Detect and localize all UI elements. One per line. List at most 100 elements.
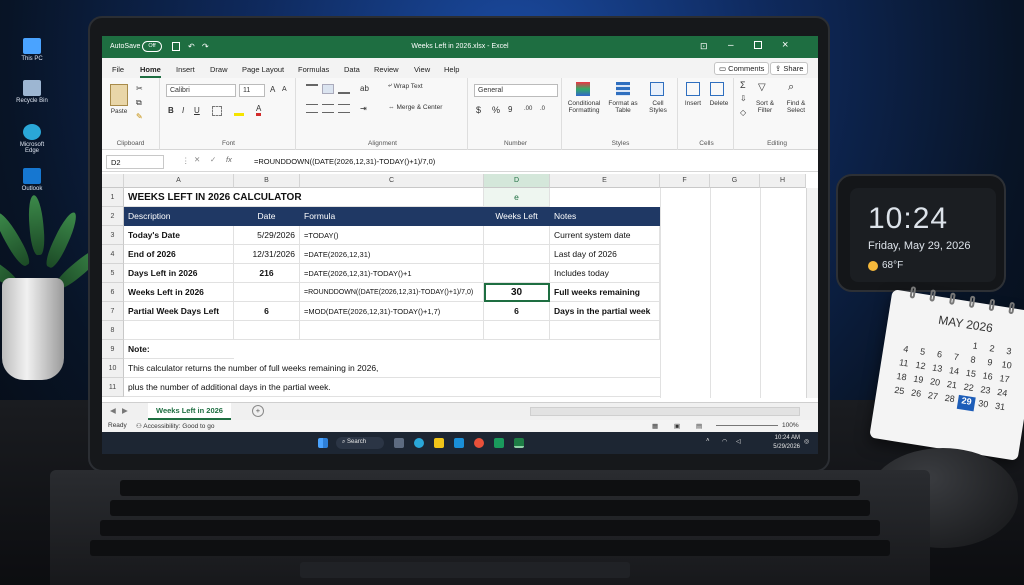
comma-icon[interactable]: 9 bbox=[508, 105, 512, 114]
sort-filter-icon[interactable]: ▽ bbox=[758, 82, 766, 93]
column-header[interactable]: E bbox=[550, 174, 660, 188]
column-header[interactable]: D bbox=[484, 174, 550, 188]
decrease-font-icon[interactable]: A bbox=[282, 86, 287, 93]
horizontal-scrollbar[interactable] bbox=[530, 407, 800, 416]
merge-center-button[interactable]: ⇔ Merge & Center bbox=[388, 104, 442, 111]
taskbar-date[interactable]: 5/29/2026 bbox=[760, 444, 800, 450]
cell-empty[interactable] bbox=[234, 321, 300, 340]
next-sheet-icon[interactable]: ▶ bbox=[122, 406, 128, 415]
taskbar-time[interactable]: 10:24 AM bbox=[760, 435, 800, 441]
orientation-icon[interactable]: ab bbox=[360, 84, 369, 93]
increase-decimal-icon[interactable]: .00 bbox=[524, 106, 532, 112]
tab-draw[interactable]: Draw bbox=[210, 65, 228, 74]
sheet-tab-active[interactable]: Weeks Left in 2026 bbox=[148, 403, 231, 420]
italic-icon[interactable]: I bbox=[182, 106, 184, 115]
formula-input[interactable]: =ROUNDDOWN((DATE(2026,12,31)-TODAY()+1)/… bbox=[250, 155, 810, 169]
align-center-icon[interactable] bbox=[322, 104, 334, 113]
note-line-2[interactable]: plus the number of additional days in th… bbox=[124, 378, 660, 397]
page-layout-view-icon[interactable]: ▣ bbox=[674, 422, 680, 430]
format-as-table-icon[interactable] bbox=[616, 82, 630, 96]
align-left-icon[interactable] bbox=[306, 104, 318, 113]
insert-function-icon[interactable]: fx bbox=[226, 155, 232, 164]
note-label[interactable]: Note: bbox=[124, 340, 234, 359]
column-header[interactable]: A bbox=[124, 174, 234, 188]
tab-home[interactable]: Home bbox=[140, 65, 161, 78]
row-header[interactable]: 1 bbox=[102, 188, 124, 207]
cell-empty[interactable] bbox=[300, 321, 484, 340]
cell-e6[interactable]: Full weeks remaining bbox=[550, 283, 660, 302]
task-view-icon[interactable] bbox=[394, 438, 404, 448]
decrease-decimal-icon[interactable]: .0 bbox=[540, 106, 545, 112]
indent-icon[interactable]: ⇥ bbox=[360, 104, 367, 113]
align-bottom-icon[interactable] bbox=[338, 84, 350, 94]
comments-button[interactable]: ▭ Comments bbox=[714, 62, 770, 75]
tab-page-layout[interactable]: Page Layout bbox=[242, 65, 284, 74]
paste-icon[interactable] bbox=[110, 84, 128, 106]
align-top-icon[interactable] bbox=[306, 84, 318, 94]
note-line-1[interactable]: This calculator returns the number of fu… bbox=[124, 359, 660, 378]
number-format-select[interactable]: General bbox=[474, 84, 558, 97]
conditional-formatting-button[interactable]: Conditional Formatting bbox=[564, 100, 604, 114]
cell-empty[interactable] bbox=[484, 321, 550, 340]
vertical-scrollbar[interactable] bbox=[806, 188, 818, 398]
tab-review[interactable]: Review bbox=[374, 65, 399, 74]
desktop-icon-edge[interactable]: Microsoft Edge bbox=[14, 124, 50, 154]
increase-font-icon[interactable]: A bbox=[270, 85, 275, 94]
align-middle-icon[interactable] bbox=[322, 84, 334, 94]
fill-color-icon[interactable] bbox=[234, 105, 244, 116]
ribbon-display-icon[interactable]: ⊡ bbox=[700, 41, 708, 52]
start-icon[interactable] bbox=[318, 438, 328, 448]
accessibility-status[interactable]: ⚇ Accessibility: Good to go bbox=[136, 422, 214, 430]
cell-e5[interactable]: Includes today bbox=[550, 264, 660, 283]
row-header[interactable]: 2 bbox=[102, 207, 124, 226]
cell-a4[interactable]: End of 2026 bbox=[124, 245, 234, 264]
volume-icon[interactable]: ◁ bbox=[736, 438, 741, 445]
find-icon[interactable]: ⌕ bbox=[788, 81, 794, 94]
page-break-view-icon[interactable]: ▤ bbox=[696, 422, 702, 430]
percent-icon[interactable]: % bbox=[492, 105, 500, 115]
zoom-slider[interactable] bbox=[716, 425, 778, 426]
cell-a6[interactable]: Weeks Left in 2026 bbox=[124, 283, 234, 302]
notification-icon[interactable]: ◎ bbox=[804, 438, 809, 445]
file-explorer-icon[interactable] bbox=[434, 438, 444, 448]
header-cell[interactable]: Description bbox=[124, 207, 234, 226]
underline-icon[interactable]: U bbox=[194, 106, 200, 115]
row-header[interactable]: 6 bbox=[102, 283, 124, 302]
desktop-icon-recycle-bin[interactable]: Recycle Bin bbox=[14, 80, 50, 104]
row-header[interactable]: 7 bbox=[102, 302, 124, 321]
zoom-level[interactable]: 100% bbox=[782, 422, 799, 429]
copy-icon[interactable]: ⧉ bbox=[136, 98, 142, 108]
row-header[interactable]: 9 bbox=[102, 340, 124, 359]
cell-c5[interactable]: =DATE(2026,12,31)-TODAY()+1 bbox=[300, 264, 484, 283]
chrome-taskbar-icon[interactable] bbox=[474, 438, 484, 448]
cell-a5[interactable]: Days Left in 2026 bbox=[124, 264, 234, 283]
tab-view[interactable]: View bbox=[414, 65, 430, 74]
close-icon[interactable]: × bbox=[782, 39, 788, 51]
cell-a7[interactable]: Partial Week Days Left bbox=[124, 302, 234, 321]
column-header[interactable]: C bbox=[300, 174, 484, 188]
select-all-corner[interactable] bbox=[102, 174, 124, 188]
header-cell[interactable]: Weeks Left bbox=[484, 207, 550, 226]
cell-d7[interactable]: 6 bbox=[484, 302, 550, 321]
row-header[interactable]: 4 bbox=[102, 245, 124, 264]
find-select-button[interactable]: Find & Select bbox=[780, 100, 812, 114]
column-header[interactable]: F bbox=[660, 174, 710, 188]
edge-taskbar-icon[interactable] bbox=[414, 438, 424, 448]
minimize-icon[interactable]: – bbox=[728, 40, 734, 51]
cell-b7[interactable]: 6 bbox=[234, 302, 300, 321]
column-header[interactable]: G bbox=[710, 174, 760, 188]
normal-view-icon[interactable]: ▦ bbox=[652, 422, 658, 430]
cell-d3[interactable] bbox=[484, 226, 550, 245]
delete-cells-icon[interactable] bbox=[710, 82, 724, 96]
fill-icon[interactable]: ⇩ bbox=[740, 94, 747, 103]
taskbar-search[interactable]: ⌕ Search bbox=[336, 437, 384, 449]
tab-file[interactable]: File bbox=[112, 65, 124, 74]
cut-icon[interactable]: ✂ bbox=[136, 84, 143, 93]
cell-empty[interactable] bbox=[124, 321, 234, 340]
delete-button[interactable]: Delete bbox=[706, 100, 732, 107]
format-painter-icon[interactable]: ✎ bbox=[136, 112, 143, 121]
row-header[interactable]: 5 bbox=[102, 264, 124, 283]
name-box[interactable]: D2 bbox=[106, 155, 164, 169]
header-cell[interactable]: Notes bbox=[550, 207, 660, 226]
sort-filter-button[interactable]: Sort & Filter bbox=[752, 100, 778, 114]
